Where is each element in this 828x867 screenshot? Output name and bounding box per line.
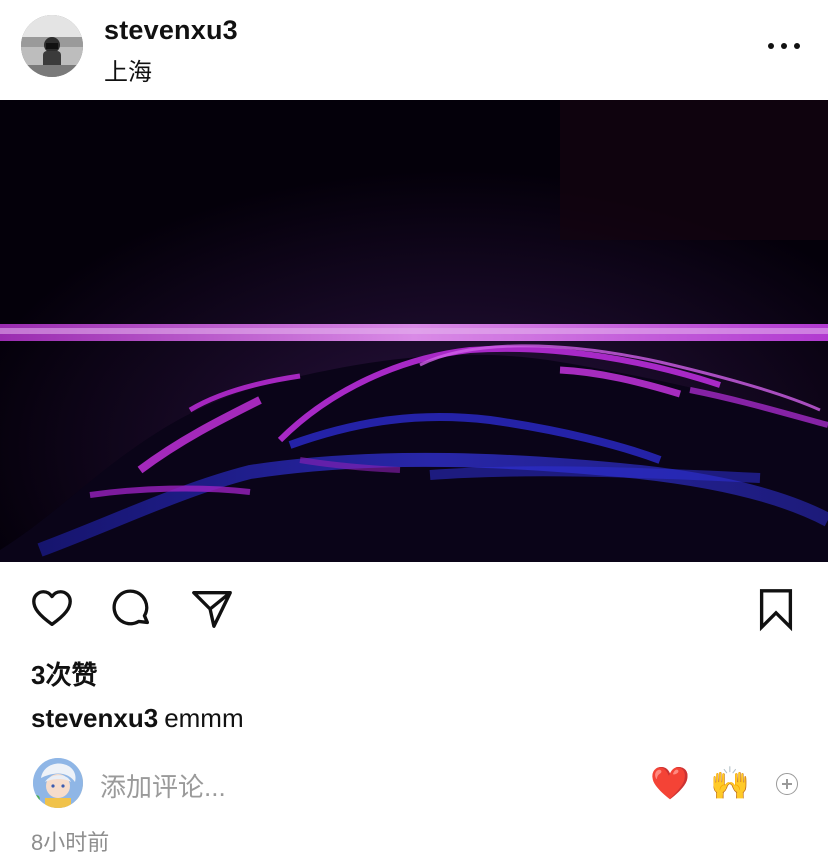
comment-button[interactable] bbox=[106, 583, 158, 635]
caption-text: emmm bbox=[164, 703, 244, 733]
save-button[interactable] bbox=[750, 583, 802, 635]
action-bar bbox=[0, 583, 828, 635]
more-dot bbox=[794, 43, 800, 49]
viewer-avatar bbox=[33, 758, 83, 808]
comment-bubble-icon bbox=[112, 589, 150, 626]
user-avatar[interactable] bbox=[21, 15, 83, 77]
post-username[interactable]: stevenxu3 bbox=[104, 15, 238, 46]
heart-icon bbox=[32, 590, 72, 627]
plus-circle-icon[interactable] bbox=[776, 773, 798, 795]
avatar-image bbox=[21, 15, 83, 77]
more-dot bbox=[781, 43, 787, 49]
caption-username[interactable]: stevenxu3 bbox=[31, 703, 158, 733]
bookmark-icon bbox=[759, 589, 793, 632]
post-caption: stevenxu3 emmm bbox=[31, 703, 244, 734]
more-horizontal-icon bbox=[768, 43, 774, 49]
post-header: stevenxu3 上海 bbox=[0, 0, 828, 100]
avatar-image bbox=[33, 758, 83, 808]
post-photo[interactable] bbox=[0, 100, 828, 562]
likes-count[interactable]: 3次赞 bbox=[31, 655, 97, 692]
neon-mouse-image bbox=[0, 100, 828, 562]
add-comment-row: 添加评论... ❤️ 🙌 bbox=[0, 755, 828, 815]
post-location[interactable]: 上海 bbox=[104, 52, 152, 87]
share-button[interactable] bbox=[186, 583, 238, 635]
post-timestamp: 8小时前 bbox=[31, 830, 110, 855]
paper-plane-icon bbox=[192, 591, 232, 628]
comment-input[interactable]: 添加评论... bbox=[100, 767, 226, 804]
more-options-button[interactable] bbox=[768, 36, 800, 56]
heart-emoji-button[interactable]: ❤️ bbox=[650, 765, 690, 801]
raised-hands-emoji-button[interactable]: 🙌 bbox=[710, 765, 750, 801]
like-button[interactable] bbox=[26, 583, 78, 635]
